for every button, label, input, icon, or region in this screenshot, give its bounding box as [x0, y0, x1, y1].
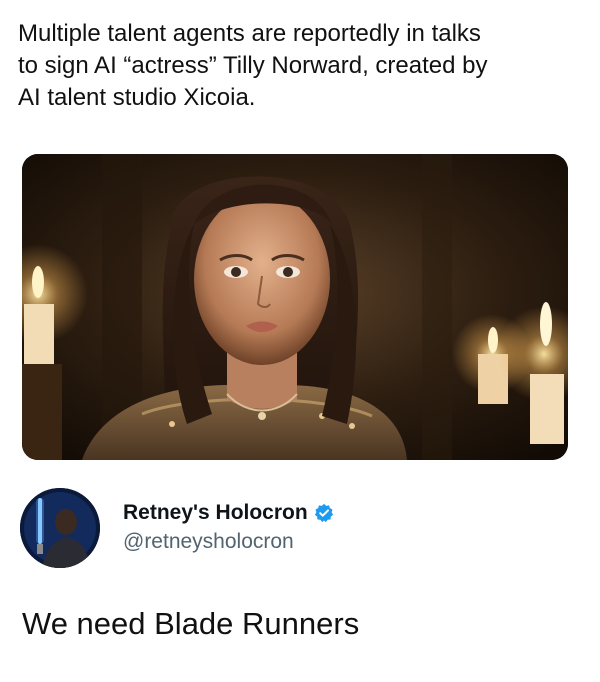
display-name-row: Retney's Holocron	[123, 498, 334, 528]
quoted-post-line-3: AI talent studio Xicoia.	[18, 84, 256, 111]
post-text: We need Blade Runners	[22, 606, 360, 641]
quoted-post-line-1: Multiple talent agents are reportedly in…	[18, 20, 481, 47]
post-image[interactable]	[22, 154, 568, 460]
candlelit-portrait-image	[22, 154, 568, 460]
verified-badge-icon	[314, 503, 334, 523]
quoted-post-text: Multiple talent agents are reportedly in…	[18, 18, 584, 114]
author-names: Retney's Holocron @retneysholocron	[123, 498, 334, 554]
author-handle[interactable]: @retneysholocron	[123, 530, 334, 554]
quoted-post-line-2: to sign AI “actress” Tilly Norward, crea…	[18, 52, 488, 79]
display-name[interactable]: Retney's Holocron	[123, 501, 308, 525]
post-author: Retney's Holocron @retneysholocron	[20, 488, 580, 570]
lightsaber-figure-avatar-icon	[20, 488, 100, 568]
avatar[interactable]	[20, 488, 100, 568]
